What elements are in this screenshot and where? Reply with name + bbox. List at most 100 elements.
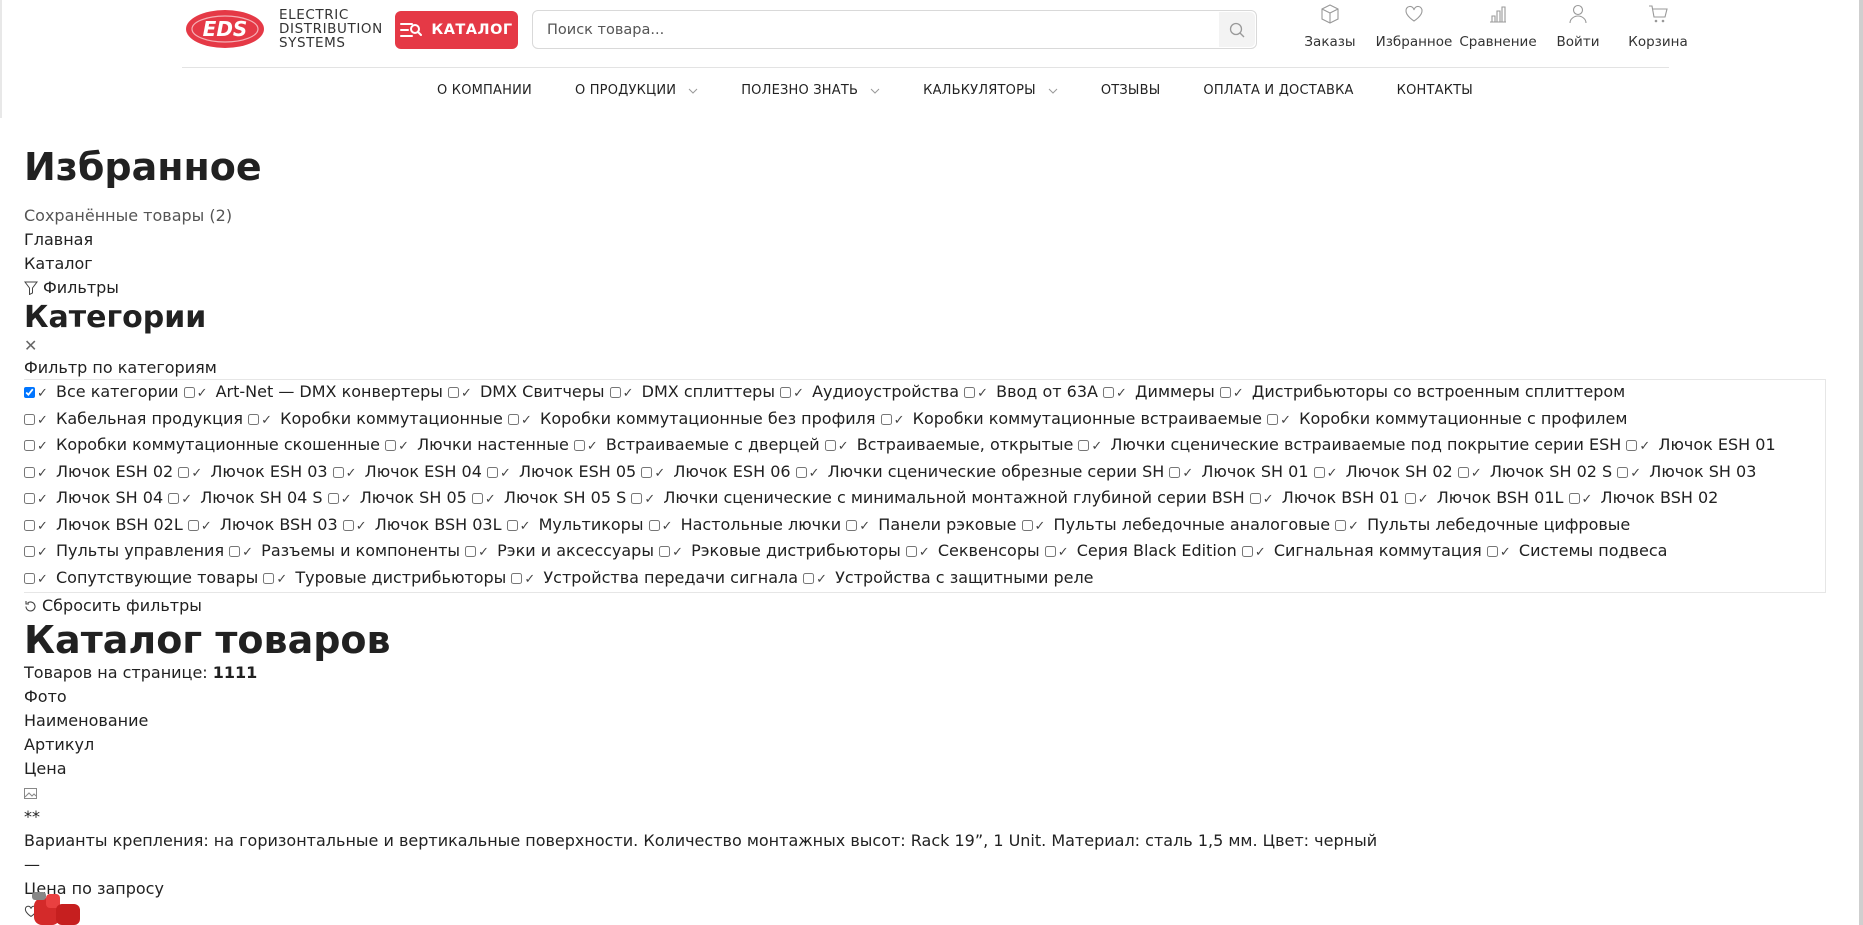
login-link[interactable]: Войти [1538,2,1618,50]
catalog-button[interactable]: КАТАЛОГ [395,11,518,49]
category-checkbox[interactable] [465,546,477,557]
category-checkbox[interactable] [641,466,653,478]
category-checkbox[interactable] [1021,519,1033,531]
category-option[interactable]: ✓ Разъемы и компоненты [229,541,460,560]
category-checkbox[interactable] [508,413,519,425]
category-option[interactable]: ✓ DMX сплиттеры [609,382,775,401]
category-option[interactable]: ✓ Секвенсоры [905,541,1040,560]
category-option[interactable]: ✓ Устройства передачи сигнала [511,568,798,587]
category-checkbox[interactable] [573,440,585,451]
category-option[interactable]: ✓ Лючок BSH 03L [342,515,501,534]
nav-item[interactable]: ОТЗЫВЫ [1101,83,1161,98]
category-option[interactable]: ✓ Пульты лебедочные цифровые [1335,515,1630,534]
category-checkbox[interactable] [229,546,241,557]
scrollbar[interactable] [1859,0,1863,925]
category-option[interactable]: ✓ Лючок ESH 05 [486,462,636,481]
category-checkbox[interactable] [24,493,35,504]
category-checkbox[interactable] [905,546,917,557]
nav-item[interactable]: КАЛЬКУЛЯТОРЫ [923,83,1058,98]
category-checkbox[interactable] [1103,387,1115,398]
category-option[interactable]: ✓ Лючок ESH 02 [24,462,173,481]
category-checkbox[interactable] [1044,546,1056,557]
category-option[interactable]: ✓ Лючок ESH 01 [1626,435,1776,454]
reset-filters-button[interactable]: Сбросить фильтры [24,595,1824,617]
breadcrumb-catalog[interactable]: Каталог [24,252,1824,276]
compare-link[interactable]: Сравнение [1458,2,1538,50]
category-checkbox[interactable] [178,466,190,478]
category-checkbox[interactable] [1078,440,1090,451]
category-option[interactable]: ✓ Встраиваемые с дверцей [573,435,820,454]
category-checkbox[interactable] [1617,466,1629,478]
category-option[interactable]: ✓ Дистрибьюторы со встроенным сплиттером [1219,382,1625,401]
category-checkbox[interactable] [24,440,35,451]
category-option[interactable]: ✓ Art-Net — DMX конвертеры [183,382,443,401]
category-option[interactable]: ✓ Лючок SH 02 S [1457,462,1612,481]
category-checkbox[interactable] [648,519,660,531]
product-name[interactable]: ** [24,805,1824,829]
category-option[interactable]: ✓ Все категории [24,382,178,401]
orders-link[interactable]: Заказы [1290,2,1370,50]
search-input[interactable] [547,11,1187,48]
category-checkbox[interactable] [1404,493,1416,504]
category-checkbox[interactable] [1219,387,1231,398]
close-icon[interactable]: ✕ [24,336,1824,356]
category-checkbox[interactable] [511,572,523,584]
category-option[interactable]: ✓ Коробки коммутационные без профиля [508,409,876,428]
category-option[interactable]: ✓ Лючки сценические встраиваемые под покр… [1078,435,1621,454]
category-checkbox[interactable] [24,546,35,557]
filters-toggle[interactable]: Фильтры [24,276,1824,300]
category-checkbox[interactable] [1626,440,1638,451]
category-checkbox[interactable] [24,413,35,425]
category-checkbox[interactable] [880,413,892,425]
category-option[interactable]: ✓ Лючок SH 05 S [471,488,626,507]
category-checkbox[interactable] [168,493,180,504]
category-option[interactable]: ✓ Лючок BSH 01L [1404,488,1563,507]
category-checkbox[interactable] [24,387,35,398]
category-option[interactable]: ✓ Сигнальная коммутация [1241,541,1482,560]
category-option[interactable]: ✓ Системы подвеса [1486,541,1667,560]
category-option[interactable]: ✓ Аудиоустройства [780,382,959,401]
category-checkbox[interactable] [1241,546,1253,557]
category-option[interactable]: ✓ Лючок SH 01 [1169,462,1309,481]
category-option[interactable]: ✓ Лючок BSH 02 [1568,488,1718,507]
category-option[interactable]: ✓ Ввод от 63А [964,382,1098,401]
category-option[interactable]: ✓ Лючок ESH 06 [641,462,791,481]
category-checkbox[interactable] [1267,413,1279,425]
category-checkbox[interactable] [824,440,836,451]
category-checkbox[interactable] [385,440,397,451]
category-checkbox[interactable] [1457,466,1469,478]
category-checkbox[interactable] [263,572,275,584]
category-checkbox[interactable] [631,493,643,504]
search-button[interactable] [1219,12,1255,47]
category-option[interactable]: ✓ Лючок BSH 02L [24,515,183,534]
category-checkbox[interactable] [609,387,621,398]
nav-item[interactable]: КОНТАКТЫ [1397,83,1473,98]
category-checkbox[interactable] [1169,466,1181,478]
category-option[interactable]: ✓ Рэки и аксессуары [465,541,654,560]
category-checkbox[interactable] [1335,519,1347,531]
category-option[interactable]: ✓ Лючок SH 02 [1313,462,1453,481]
eds-logo[interactable]: EDS [185,8,265,50]
category-checkbox[interactable] [1249,493,1261,504]
breadcrumb-home[interactable]: Главная [24,228,1824,252]
category-checkbox[interactable] [1568,493,1580,504]
category-option[interactable]: ✓ Лючок ESH 04 [332,462,482,481]
category-option[interactable]: ✓ Коробки коммутационные с профилем [1267,409,1627,428]
nav-item[interactable]: ПОЛЕЗНО ЗНАТЬ [741,83,880,98]
category-option[interactable]: ✓ Серия Black Edition [1044,541,1237,560]
category-checkbox[interactable] [780,387,792,398]
category-option[interactable]: ✓ Коробки коммутационные встраиваемые [880,409,1262,428]
category-option[interactable]: ✓ Коробки коммутационные [248,409,503,428]
category-checkbox[interactable] [327,493,339,504]
category-checkbox[interactable] [795,466,807,478]
category-option[interactable]: ✓ Рэковые дистрибьюторы [659,541,901,560]
cart-link[interactable]: Корзина [1618,2,1698,50]
category-option[interactable]: ✓ Лючок ESH 03 [178,462,328,481]
category-option[interactable]: ✓ Туровые дистрибьюторы [263,568,506,587]
category-option[interactable]: ✓ Лючки настенные [385,435,569,454]
category-option[interactable]: ✓ Лючки сценические обрезные серии SH [795,462,1164,481]
category-checkbox[interactable] [659,546,671,557]
category-checkbox[interactable] [1486,546,1498,557]
category-checkbox[interactable] [248,413,260,425]
favorites-link[interactable]: Избранное [1370,2,1458,50]
